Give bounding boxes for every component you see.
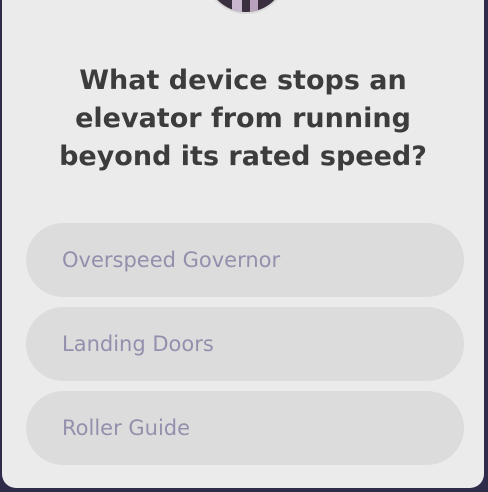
answer-option-roller-guide[interactable]: Roller Guide bbox=[26, 391, 464, 465]
quiz-card: What device stops an elevator from runni… bbox=[2, 0, 484, 488]
answer-option-overspeed-governor[interactable]: Overspeed Governor bbox=[26, 223, 464, 297]
answer-option-landing-doors[interactable]: Landing Doors bbox=[26, 307, 464, 381]
avatar bbox=[204, 0, 288, 14]
question-text: What device stops an elevator from runni… bbox=[59, 65, 427, 172]
